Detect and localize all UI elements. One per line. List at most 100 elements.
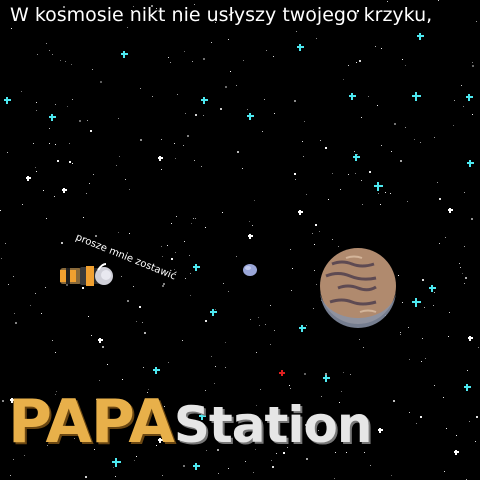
planet-icon xyxy=(320,248,396,328)
star xyxy=(205,227,206,228)
star xyxy=(303,156,304,157)
star xyxy=(8,284,9,285)
star xyxy=(45,287,46,288)
star xyxy=(184,51,185,52)
sparkle-star xyxy=(49,114,56,121)
star xyxy=(332,173,333,174)
star xyxy=(86,193,87,194)
star xyxy=(122,379,123,380)
star xyxy=(377,105,378,106)
star xyxy=(453,125,454,126)
star xyxy=(314,244,315,245)
star xyxy=(116,165,117,166)
star xyxy=(72,163,73,164)
star xyxy=(362,204,363,205)
star xyxy=(36,110,37,111)
star xyxy=(343,79,344,80)
star xyxy=(265,324,266,325)
star xyxy=(460,267,461,268)
star xyxy=(332,239,333,240)
star xyxy=(262,131,263,132)
star xyxy=(162,475,163,476)
star xyxy=(247,109,248,110)
star xyxy=(469,421,470,422)
star xyxy=(140,88,141,89)
star xyxy=(236,256,237,257)
star xyxy=(434,385,435,386)
star xyxy=(290,388,291,389)
star xyxy=(328,199,329,200)
star xyxy=(194,160,195,161)
star xyxy=(348,174,349,175)
star xyxy=(290,249,291,250)
star xyxy=(52,54,53,55)
star xyxy=(33,143,34,144)
star xyxy=(91,335,92,336)
star xyxy=(139,306,141,308)
star xyxy=(174,143,175,144)
star xyxy=(289,385,290,386)
star xyxy=(52,340,53,341)
star xyxy=(409,359,410,360)
game-logo: PAPAStation xyxy=(8,392,373,454)
star xyxy=(46,218,47,219)
star xyxy=(464,283,465,284)
star xyxy=(93,174,94,175)
star xyxy=(424,307,425,308)
star xyxy=(422,338,423,339)
star xyxy=(463,106,464,107)
page-title: W kosmosie nikt nie usłyszy twojego krzy… xyxy=(10,4,433,26)
star xyxy=(387,1,388,2)
star xyxy=(85,476,87,478)
star xyxy=(55,104,56,105)
sparkle-star xyxy=(193,463,200,470)
star xyxy=(359,60,361,62)
star xyxy=(250,319,251,320)
star xyxy=(100,81,102,83)
star xyxy=(67,106,68,107)
star xyxy=(1,258,2,259)
star xyxy=(171,258,173,260)
star xyxy=(36,102,37,103)
star xyxy=(385,192,386,193)
sparkle-star xyxy=(158,156,163,161)
star xyxy=(30,305,31,306)
star xyxy=(11,28,12,29)
star xyxy=(242,168,243,169)
space-scene: W kosmosie nikt nie usłyszy twojego krzy… xyxy=(0,0,480,480)
star xyxy=(243,60,244,61)
star xyxy=(256,352,257,353)
star xyxy=(370,465,371,466)
star xyxy=(378,193,379,194)
star xyxy=(228,468,229,469)
star xyxy=(46,43,47,44)
star xyxy=(319,231,320,232)
sparkle-star xyxy=(248,234,253,239)
star xyxy=(144,332,146,334)
star xyxy=(88,316,89,317)
star xyxy=(13,459,14,460)
star xyxy=(211,356,212,357)
star xyxy=(95,235,97,237)
star xyxy=(274,330,275,331)
star xyxy=(195,218,196,219)
star xyxy=(454,100,455,101)
star xyxy=(2,400,4,402)
red-star-icon xyxy=(279,370,285,376)
star xyxy=(313,308,314,309)
star xyxy=(142,322,143,323)
star xyxy=(162,285,164,287)
star xyxy=(13,276,14,277)
sparkle-star xyxy=(353,154,360,161)
star xyxy=(448,336,449,337)
star xyxy=(361,180,362,181)
star xyxy=(152,96,153,97)
star xyxy=(72,99,73,100)
sparkle-star xyxy=(62,188,67,193)
sparkle-star xyxy=(121,51,128,58)
star xyxy=(225,367,226,368)
star xyxy=(171,223,172,224)
star xyxy=(439,243,440,244)
logo-station: Station xyxy=(173,396,373,454)
star xyxy=(143,367,144,368)
